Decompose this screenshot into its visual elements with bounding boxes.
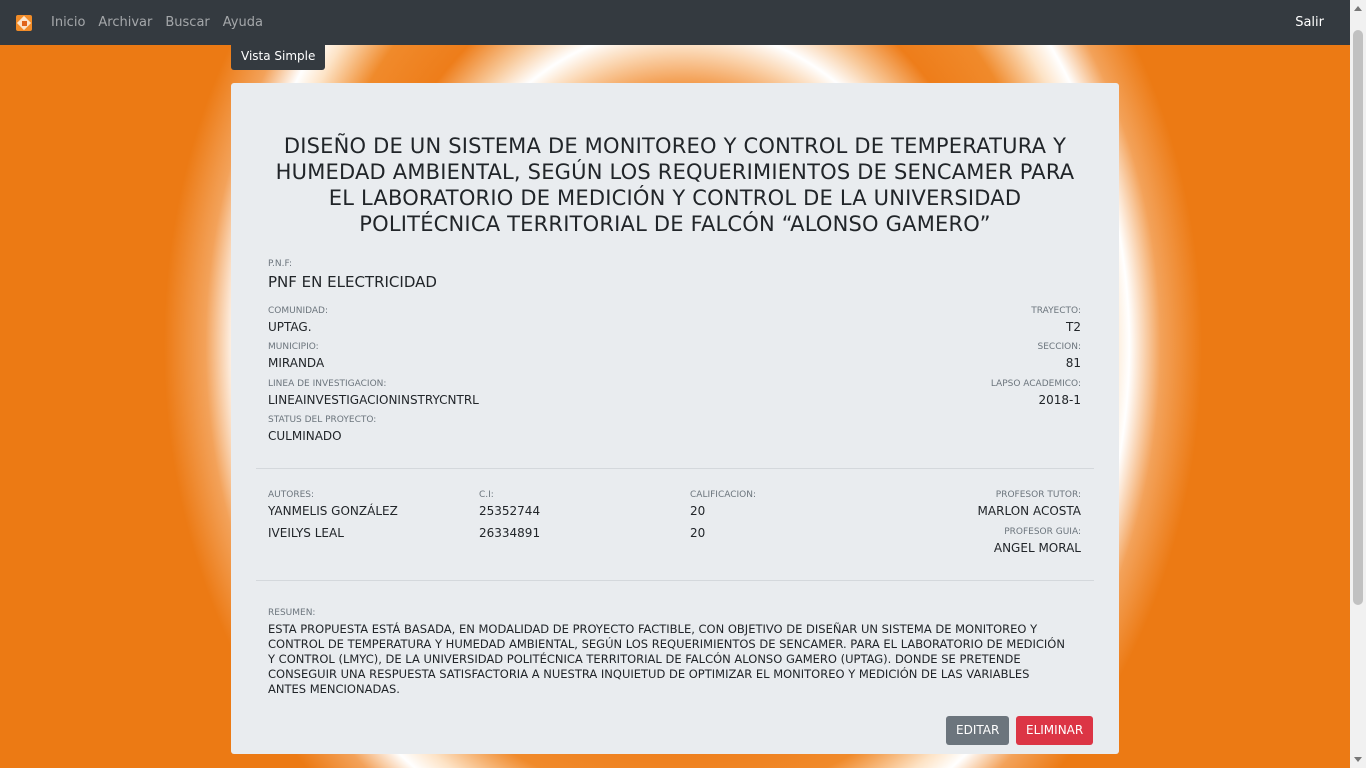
autores-label: AUTORES: xyxy=(268,490,315,500)
nav-archivar[interactable]: Archivar xyxy=(98,15,152,30)
scroll-up-icon[interactable] xyxy=(1354,6,1362,11)
delete-button[interactable]: ELIMINAR xyxy=(1016,716,1094,745)
calificacion-label: CALIFICACION: xyxy=(690,490,757,500)
top-navbar: Inicio Archivar Buscar Ayuda Salir xyxy=(0,0,1350,45)
divider xyxy=(256,580,1094,581)
seccion-value: 81 xyxy=(1065,356,1081,370)
municipio-value: MIRANDA xyxy=(268,356,325,370)
logout-link[interactable]: Salir xyxy=(1295,15,1324,30)
author-grade: 20 xyxy=(690,526,706,540)
status-value: CULMINADO xyxy=(268,429,342,443)
municipio-label: MUNICIPIO: xyxy=(268,342,319,352)
scrollbar-thumb[interactable] xyxy=(1353,30,1363,605)
nav-inicio[interactable]: Inicio xyxy=(51,15,85,30)
guia-value: ANGEL MORAL xyxy=(993,541,1081,555)
author-ci: 26334891 xyxy=(479,526,541,540)
linea-label: LINEA DE INVESTIGACION: xyxy=(268,379,387,389)
linea-value: LINEAINVESTIGACIONINSTRYCNTRL xyxy=(268,393,479,407)
author-grade: 20 xyxy=(690,504,706,518)
author-name: YANMELIS GONZÁLEZ xyxy=(268,504,398,518)
trayecto-value: T2 xyxy=(1066,320,1081,334)
trayecto-label: TRAYECTO: xyxy=(1031,306,1081,316)
author-name: IVEILYS LEAL xyxy=(268,526,344,540)
tutor-label: PROFESOR TUTOR: xyxy=(995,490,1081,500)
page-scrollbar[interactable] xyxy=(1350,0,1366,768)
lapso-label: LAPSO ACADEMICO: xyxy=(990,379,1081,389)
lapso-value: 2018-1 xyxy=(1038,393,1081,407)
pnf-value: PNF EN ELECTRICIDAD xyxy=(268,273,437,291)
seccion-label: SECCION: xyxy=(1037,342,1081,352)
nav-ayuda[interactable]: Ayuda xyxy=(223,15,263,30)
app-logo-icon[interactable] xyxy=(16,14,32,31)
comunidad-label: COMUNIDAD: xyxy=(268,306,328,316)
comunidad-value: UPTAG. xyxy=(268,320,312,334)
resumen-text: ESTA PROPUESTA ESTÁ BASADA, EN MODALIDAD… xyxy=(268,622,1065,696)
divider xyxy=(256,468,1094,469)
nav-buscar[interactable]: Buscar xyxy=(165,15,209,30)
project-title: DISEÑO DE UN SISTEMA DE MONITOREO Y CONT… xyxy=(275,134,1075,236)
status-label: STATUS DEL PROYECTO: xyxy=(268,415,377,425)
pnf-label: P.N.F: xyxy=(268,259,292,269)
ci-label: C.I: xyxy=(479,490,494,500)
author-ci: 25352744 xyxy=(479,504,541,518)
view-simple-tab[interactable]: Vista Simple xyxy=(231,43,326,70)
project-detail-card: DISEÑO DE UN SISTEMA DE MONITOREO Y CONT… xyxy=(231,83,1119,754)
resumen-label: RESUMEN: xyxy=(268,608,316,618)
tutor-value: MARLON ACOSTA xyxy=(977,504,1081,518)
scroll-down-icon[interactable] xyxy=(1354,757,1362,762)
guia-label: PROFESOR GUIA: xyxy=(1004,527,1081,537)
edit-button[interactable]: EDITAR xyxy=(946,716,1010,745)
